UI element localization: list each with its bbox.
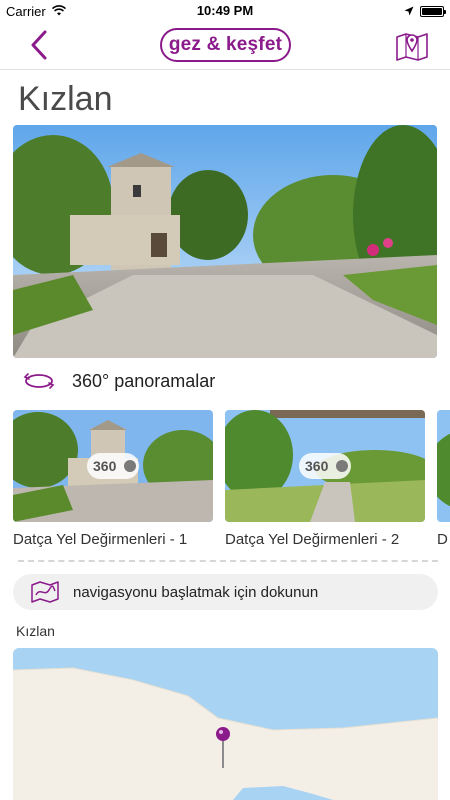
location-arrow-icon xyxy=(404,4,414,19)
start-navigation-button[interactable]: navigasyonu başlatmak için dokunun xyxy=(13,574,438,610)
chevron-left-icon xyxy=(31,30,47,60)
map-button[interactable] xyxy=(394,27,430,63)
panorama-carousel[interactable]: 360 Datça Yel Değirmenleri - 1 360 Datça… xyxy=(13,410,450,550)
status-bar: Carrier 10:49 PM xyxy=(0,0,450,22)
map-pin-marker[interactable] xyxy=(216,727,230,741)
panorama-caption-2: Datça Yel Değirmenleri - 2 xyxy=(225,531,400,548)
map-location-label: Kızlan xyxy=(16,623,55,639)
panorama-card-3[interactable]: D xyxy=(437,410,450,548)
panorama-thumbnail-2[interactable]: 360 xyxy=(225,410,425,522)
360-badge-icon: 360 xyxy=(87,453,139,479)
360-badge-text-1: 360 xyxy=(93,458,117,474)
app-logo: gez & keşfet xyxy=(160,28,291,62)
battery-icon xyxy=(420,6,446,17)
panorama-section-header: 360° panoramalar xyxy=(22,368,215,394)
start-navigation-label: navigasyonu başlatmak için dokunun xyxy=(73,583,319,601)
location-map[interactable] xyxy=(13,648,438,800)
panorama-caption-1: Datça Yel Değirmenleri - 1 xyxy=(13,531,188,548)
status-time: 10:49 PM xyxy=(196,3,254,18)
nav-bar: gez & keşfet xyxy=(0,22,450,70)
back-button[interactable] xyxy=(22,28,56,62)
panorama-thumbnail-1[interactable]: 360 xyxy=(13,410,213,522)
hero-panorama-image[interactable] xyxy=(13,125,437,358)
360-badge-icon: 360 xyxy=(299,453,351,479)
battery-fill xyxy=(422,8,442,15)
route-map-icon xyxy=(31,581,59,603)
page-title: Kızlan xyxy=(18,80,113,118)
map-pin-icon xyxy=(396,33,428,61)
panorama-card-2[interactable]: 360 Datça Yel Değirmenleri - 2 xyxy=(225,410,425,548)
panorama-thumbnail-3[interactable] xyxy=(437,410,450,522)
rotate-360-icon xyxy=(23,373,55,389)
panorama-caption-3: D xyxy=(437,531,448,548)
panorama-section-label: 360° panoramalar xyxy=(72,370,216,391)
status-right xyxy=(404,4,446,19)
360-badge-text-2: 360 xyxy=(305,458,329,474)
section-divider xyxy=(18,560,438,562)
panorama-card-1[interactable]: 360 Datça Yel Değirmenleri - 1 xyxy=(13,410,213,548)
